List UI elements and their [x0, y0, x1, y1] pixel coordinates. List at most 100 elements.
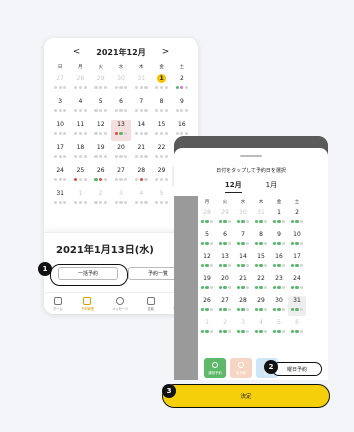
day-cell[interactable]: 10: [288, 230, 306, 250]
day-cell[interactable]: 2: [172, 74, 192, 95]
weekday-reserve-button[interactable]: 曜日予約: [272, 362, 322, 376]
day-cell[interactable]: 8: [151, 97, 171, 118]
confirm-button[interactable]: 決定: [162, 384, 330, 408]
day-cell[interactable]: 11: [70, 120, 90, 141]
day-cell[interactable]: 2: [216, 318, 234, 338]
day-cell[interactable]: 24: [288, 274, 306, 294]
legend-tentative[interactable]: 仮予約: [230, 358, 252, 378]
tab-month-january[interactable]: 1月: [266, 180, 277, 193]
day-cell[interactable]: 1: [70, 189, 90, 210]
day-cell[interactable]: 30: [111, 74, 131, 95]
status-dot: [180, 109, 184, 113]
tab-month-december[interactable]: 12月: [224, 180, 242, 193]
day-cell[interactable]: 31: [50, 189, 70, 210]
status-dot: [282, 264, 286, 268]
day-cell[interactable]: 29: [91, 74, 111, 95]
day-cell[interactable]: 26: [91, 166, 111, 187]
day-cell[interactable]: 20: [216, 274, 234, 294]
day-cell[interactable]: 1: [270, 208, 288, 228]
day-cell[interactable]: 29: [252, 296, 270, 316]
day-cell[interactable]: 24: [50, 166, 70, 187]
day-cell[interactable]: 5: [151, 189, 171, 210]
day-cell[interactable]: 4: [252, 318, 270, 338]
status-dot: [264, 330, 268, 334]
day-cell[interactable]: 14: [234, 252, 252, 272]
day-cell[interactable]: 28: [198, 208, 216, 228]
day-cell[interactable]: 3: [234, 318, 252, 338]
status-dot: [74, 132, 78, 136]
day-cell[interactable]: 22: [252, 274, 270, 294]
day-cell[interactable]: 5: [270, 318, 288, 338]
day-cell[interactable]: 17: [50, 143, 70, 164]
day-cell[interactable]: 19: [91, 143, 111, 164]
day-cell[interactable]: 22: [151, 143, 171, 164]
tab-home[interactable]: ホーム: [53, 296, 63, 311]
day-cell[interactable]: 27: [50, 74, 70, 95]
day-cell[interactable]: 30: [234, 208, 252, 228]
day-cell[interactable]: 3: [111, 189, 131, 210]
day-cell[interactable]: 8: [252, 230, 270, 250]
day-cell[interactable]: 9: [172, 97, 192, 118]
status-dot: [223, 308, 227, 312]
day-cell[interactable]: 20: [111, 143, 131, 164]
day-cell[interactable]: 18: [70, 143, 90, 164]
day-cell[interactable]: 3: [50, 97, 70, 118]
day-cell[interactable]: 10: [50, 120, 70, 141]
next-month-button[interactable]: >: [162, 47, 170, 57]
status-dot: [53, 201, 58, 205]
tab-reservations[interactable]: 予約管理: [81, 296, 94, 311]
day-cell[interactable]: 30: [270, 296, 288, 316]
day-cell[interactable]: 9: [270, 230, 288, 250]
day-number: 28: [76, 75, 85, 82]
day-cell[interactable]: 6: [111, 97, 131, 118]
status-dots: [200, 242, 214, 246]
day-cell[interactable]: 5: [91, 97, 111, 118]
day-cell[interactable]: 27: [111, 166, 131, 187]
day-cell[interactable]: 31: [288, 296, 306, 316]
day-cell[interactable]: 12: [198, 252, 216, 272]
day-cell[interactable]: 2: [288, 208, 306, 228]
day-cell[interactable]: 19: [198, 274, 216, 294]
day-cell[interactable]: 7: [234, 230, 252, 250]
tab-documents[interactable]: 書類: [146, 296, 155, 311]
day-cell[interactable]: 6: [288, 318, 306, 338]
day-cell[interactable]: 13: [216, 252, 234, 272]
day-cell[interactable]: 21: [131, 143, 151, 164]
day-cell[interactable]: 31: [252, 208, 270, 228]
day-cell[interactable]: 6: [216, 230, 234, 250]
day-cell[interactable]: 12: [91, 120, 111, 141]
day-cell[interactable]: 14: [131, 120, 151, 141]
prev-month-button[interactable]: <: [73, 47, 81, 57]
day-cell[interactable]: 28: [70, 74, 90, 95]
status-dots: [254, 264, 268, 268]
legend-normal[interactable]: 通常予約: [204, 358, 226, 378]
day-cell[interactable]: 31: [131, 74, 151, 95]
day-cell[interactable]: 29: [151, 166, 171, 187]
day-cell[interactable]: 21: [234, 274, 252, 294]
day-cell[interactable]: 1: [198, 318, 216, 338]
day-cell[interactable]: 28: [131, 166, 151, 187]
day-cell[interactable]: 7: [131, 97, 151, 118]
day-cell[interactable]: 15: [151, 120, 171, 141]
legend-label: 通常予約: [208, 370, 222, 375]
day-cell[interactable]: 4: [131, 189, 151, 210]
day-cell[interactable]: 26: [198, 296, 216, 316]
day-cell[interactable]: 16: [270, 252, 288, 272]
day-number: 17: [56, 144, 64, 151]
day-cell[interactable]: 5: [198, 230, 216, 250]
day-cell[interactable]: 15: [252, 252, 270, 272]
day-cell[interactable]: 25: [70, 166, 90, 187]
day-cell[interactable]: 17: [288, 252, 306, 272]
day-cell[interactable]: 23: [270, 274, 288, 294]
status-dot: [83, 109, 87, 113]
tab-messages[interactable]: メッセージ: [112, 296, 128, 311]
day-cell[interactable]: 1: [151, 74, 171, 95]
day-cell[interactable]: 13: [110, 120, 132, 141]
day-cell[interactable]: 2: [91, 189, 111, 210]
selected-date-heading: 2021年1月13日(水): [56, 245, 154, 256]
sheet-handle[interactable]: [240, 155, 262, 157]
day-cell[interactable]: 27: [216, 296, 234, 316]
day-cell[interactable]: 29: [216, 208, 234, 228]
day-cell[interactable]: 28: [234, 296, 252, 316]
day-cell[interactable]: 4: [70, 97, 90, 118]
